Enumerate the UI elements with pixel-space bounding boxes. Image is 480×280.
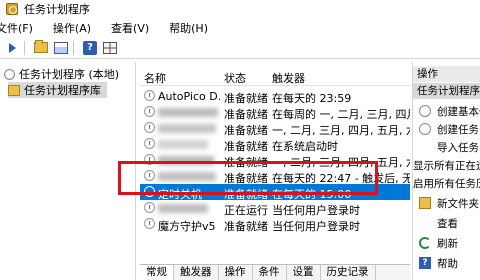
table-row[interactable]: 准备就绪 在系统启动时: [140, 136, 410, 153]
actions-pane: 操作 任务计划程序库 创建基本任务... 创建任务... 导入任务... 显示所…: [412, 62, 480, 280]
menu-action[interactable]: 操作(A): [49, 20, 95, 36]
action-view[interactable]: 查看: [413, 214, 480, 232]
action-label: 显示所有正在运行的任务: [413, 159, 480, 172]
task-name-redacted: [158, 204, 208, 213]
navigation-tree: 任务计划程序 (本地) 任务计划程序库: [0, 62, 136, 280]
forward-arrow-icon[interactable]: [4, 40, 20, 56]
title-bar: 任务计划程序: [0, 0, 480, 18]
blank-icon: [419, 141, 431, 153]
tree-item-library-label: 任务计划程序库: [24, 84, 101, 97]
task-status: 准备就绪: [224, 220, 268, 233]
table-row[interactable]: 准备就绪 在每周的 一, 二月, 三月, 四月, 五月: [140, 104, 410, 121]
blank-icon: [419, 217, 431, 229]
show-hide-pane-icon[interactable]: [53, 40, 69, 56]
task-scheduler-app-icon: [6, 3, 18, 15]
tree-item-library[interactable]: 任务计划程序库: [8, 82, 107, 98]
tab-settings[interactable]: 设置: [287, 265, 321, 280]
clock-icon: [4, 68, 15, 80]
table-row[interactable]: 准备就绪 一, 二月, 三月, 四月, 五月, 六: [140, 120, 410, 137]
folder-icon: [8, 84, 20, 96]
clock-icon: [144, 138, 155, 149]
action-label: 导入任务...: [437, 141, 480, 154]
actions-section-title[interactable]: 任务计划程序库: [413, 83, 480, 99]
actions-header: 操作: [413, 66, 480, 82]
list-header: 名称 状态 触发器: [140, 66, 410, 86]
action-import-task[interactable]: 导入任务...: [413, 138, 480, 156]
toolbar-separator: [73, 40, 74, 55]
column-header-trigger[interactable]: 触发器: [272, 70, 305, 86]
table-row[interactable]: 正在运行 当任何用户登录时: [140, 200, 410, 217]
tab-actions[interactable]: 操作: [219, 265, 253, 280]
menu-file[interactable]: 文件(F): [0, 20, 37, 36]
toolbar: ?: [0, 37, 480, 59]
action-label: 启用所有任务历史记录: [413, 177, 480, 190]
action-label: 创建基本任务...: [437, 105, 480, 118]
column-header-name[interactable]: 名称: [144, 70, 166, 86]
highlight-box: [118, 161, 378, 195]
table-row[interactable]: 魔方守护v5 准备就绪 当任何用户登录时: [140, 216, 410, 233]
clock-icon: [144, 122, 155, 133]
action-show-running[interactable]: 显示所有正在运行的任务: [413, 156, 480, 174]
table-row[interactable]: AutoPico D... 准备就绪 在每天的 23:59: [140, 88, 410, 105]
action-label: 帮助: [437, 257, 458, 270]
action-create-task[interactable]: 创建任务...: [413, 120, 480, 138]
task-name-redacted: [158, 140, 208, 149]
menu-view[interactable]: 查看(V): [107, 20, 153, 36]
task-name-redacted: [158, 124, 216, 133]
action-enable-history[interactable]: 启用所有任务历史记录: [413, 174, 480, 192]
action-label: 创建任务...: [437, 123, 480, 136]
menu-help[interactable]: 帮助(H): [165, 20, 212, 36]
action-new-folder[interactable]: 新文件夹...: [413, 194, 480, 212]
detail-tabs: 常规 触发器 操作 条件 设置 历史记录: [140, 264, 410, 280]
window-title: 任务计划程序: [24, 3, 90, 16]
clock-icon: [144, 90, 155, 101]
action-help[interactable]: ? 帮助: [413, 254, 480, 272]
action-label: 新文件夹...: [437, 197, 480, 210]
clock-icon: [144, 202, 155, 213]
refresh-icon: [419, 237, 431, 249]
action-label: 刷新: [437, 237, 458, 250]
tab-conditions[interactable]: 条件: [253, 265, 287, 280]
clock-icon: [144, 218, 155, 229]
column-header-status[interactable]: 状态: [224, 70, 246, 86]
tab-history[interactable]: 历史记录: [321, 265, 376, 280]
clock-icon: [144, 106, 155, 117]
action-refresh[interactable]: 刷新: [413, 234, 480, 252]
tab-general[interactable]: 常规: [140, 265, 174, 280]
clock-icon: [419, 123, 431, 135]
clock-icon: [419, 105, 431, 117]
properties-grid-icon[interactable]: [102, 40, 118, 56]
action-label: 查看: [437, 217, 458, 230]
action-create-basic-task[interactable]: 创建基本任务...: [413, 102, 480, 120]
tree-item-root-label: 任务计划程序 (本地): [19, 68, 120, 81]
help-icon[interactable]: ?: [82, 40, 98, 56]
task-name-redacted: [158, 108, 218, 117]
help-icon: ?: [419, 257, 431, 269]
menu-bar: 文件(F) 操作(A) 查看(V) 帮助(H): [0, 20, 480, 36]
tab-triggers[interactable]: 触发器: [174, 265, 219, 280]
toolbar-separator: [24, 40, 25, 55]
folder-up-icon[interactable]: [33, 40, 49, 56]
folder-icon: [419, 197, 431, 209]
task-name: AutoPico D...: [158, 90, 220, 103]
task-name: 魔方守护v5: [158, 220, 216, 233]
tree-item-root[interactable]: 任务计划程序 (本地): [4, 66, 119, 82]
task-trigger: 当任何用户登录时: [272, 220, 360, 233]
